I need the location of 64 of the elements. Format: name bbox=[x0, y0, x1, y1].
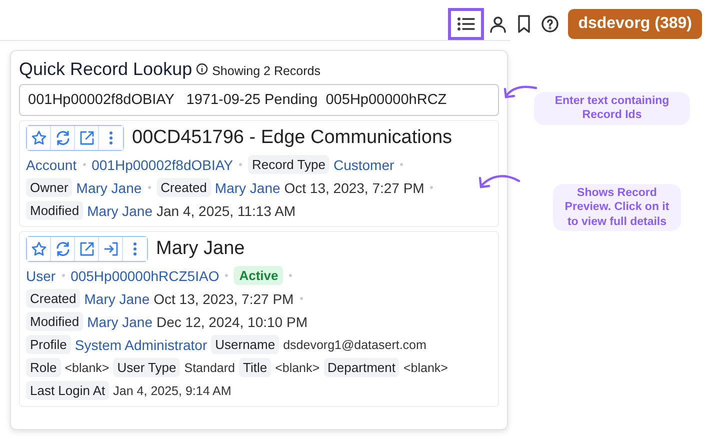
popover-title: Quick Record Lookup bbox=[19, 59, 192, 80]
more-icon bbox=[109, 130, 113, 146]
field-value: Jan 4, 2025, 9:14 AM bbox=[113, 384, 232, 398]
star-icon bbox=[30, 130, 46, 146]
field-label: Modified bbox=[26, 201, 84, 220]
field-label: Owner bbox=[26, 178, 72, 197]
field-label: Department bbox=[324, 358, 400, 377]
refresh-icon bbox=[54, 241, 70, 257]
field-value: Standard bbox=[184, 360, 235, 374]
record-link[interactable]: Mary Jane bbox=[87, 202, 152, 218]
field-value: <blank> bbox=[403, 360, 448, 374]
record-link[interactable]: 005Hp00000hRCZ5IAO bbox=[70, 268, 220, 284]
login-icon bbox=[102, 241, 118, 257]
record-count: Showing 2 Records bbox=[212, 64, 320, 78]
status-badge: Active bbox=[234, 266, 284, 285]
field-value: Jan 4, 2025, 11:13 AM bbox=[156, 202, 296, 218]
field-label: Created bbox=[26, 289, 80, 308]
field-value: <blank> bbox=[64, 360, 110, 374]
list-icon bbox=[457, 16, 476, 32]
external-link-icon bbox=[78, 130, 94, 146]
field-value: Oct 13, 2023, 7:27 PM bbox=[284, 180, 424, 196]
curved-arrow-icon bbox=[477, 173, 521, 191]
field-label: Username bbox=[211, 335, 280, 354]
record-link[interactable]: Account bbox=[26, 156, 77, 172]
field-label: Last Login At bbox=[26, 381, 110, 400]
record-link[interactable]: User bbox=[26, 268, 56, 284]
bookmark-icon bbox=[517, 15, 532, 33]
curved-arrow-icon bbox=[502, 85, 538, 101]
record-link[interactable]: Mary Jane bbox=[87, 314, 152, 330]
record-title: 00CD451796 - Edge Communications bbox=[132, 127, 452, 149]
callout-note: Shows Record Preview. Click on it to view full details bbox=[553, 184, 681, 232]
toolbar-button[interactable] bbox=[448, 8, 484, 40]
field-value: dsdevorg1@datasert.com bbox=[283, 338, 426, 352]
callout-note: Enter text containing Record Ids bbox=[534, 92, 690, 125]
field-value: Dec 12, 2024, 10:10 PM bbox=[156, 314, 308, 330]
field-value: <blank> bbox=[275, 360, 320, 374]
record-link[interactable]: 001Hp00002f8dOBIAY bbox=[92, 156, 233, 172]
record-card[interactable] bbox=[19, 231, 499, 407]
record-title: Mary Jane bbox=[156, 238, 245, 260]
record-link[interactable]: Mary Jane bbox=[84, 290, 150, 306]
org-button[interactable]: dsdevorg (389) bbox=[568, 9, 702, 39]
user-icon bbox=[489, 15, 508, 33]
help-icon bbox=[541, 15, 560, 33]
external-link-icon bbox=[78, 241, 94, 257]
field-label: Profile bbox=[26, 335, 71, 354]
record-link[interactable]: Mary Jane bbox=[76, 180, 142, 196]
star-icon bbox=[30, 241, 46, 257]
record-ids-input[interactable]: 001Hp00002f8dOBIAY 1971-09-25 Pending 005Hp00000hRCZ bbox=[19, 84, 499, 116]
field-label: Role bbox=[26, 358, 61, 377]
info-icon bbox=[196, 63, 208, 75]
field-label: User Type bbox=[113, 358, 180, 377]
field-label: Record Type bbox=[248, 155, 330, 174]
field-label: Modified bbox=[26, 312, 84, 331]
more-icon bbox=[133, 241, 137, 257]
action-button[interactable] bbox=[27, 237, 51, 261]
record-link[interactable]: Mary Jane bbox=[214, 180, 280, 196]
record-card[interactable]: 00CD451796 - Edge Communications Account 001Hp00002f8dOBIAY Record Type Customer Owner Mary Jane Created Mary Jane Oct 13, 2023, 7:27 PM Modified Mary Jane Jan 4, 2025, 11:13 AM bbox=[19, 120, 499, 227]
record-link[interactable]: System Administrator bbox=[74, 336, 208, 352]
field-label: Title bbox=[238, 358, 272, 377]
action-button[interactable] bbox=[27, 126, 51, 150]
field-value: Oct 13, 2023, 7:27 PM bbox=[154, 290, 294, 306]
refresh-icon bbox=[54, 130, 70, 146]
record-link[interactable]: Customer bbox=[333, 156, 394, 172]
field-label: Created bbox=[156, 178, 211, 197]
